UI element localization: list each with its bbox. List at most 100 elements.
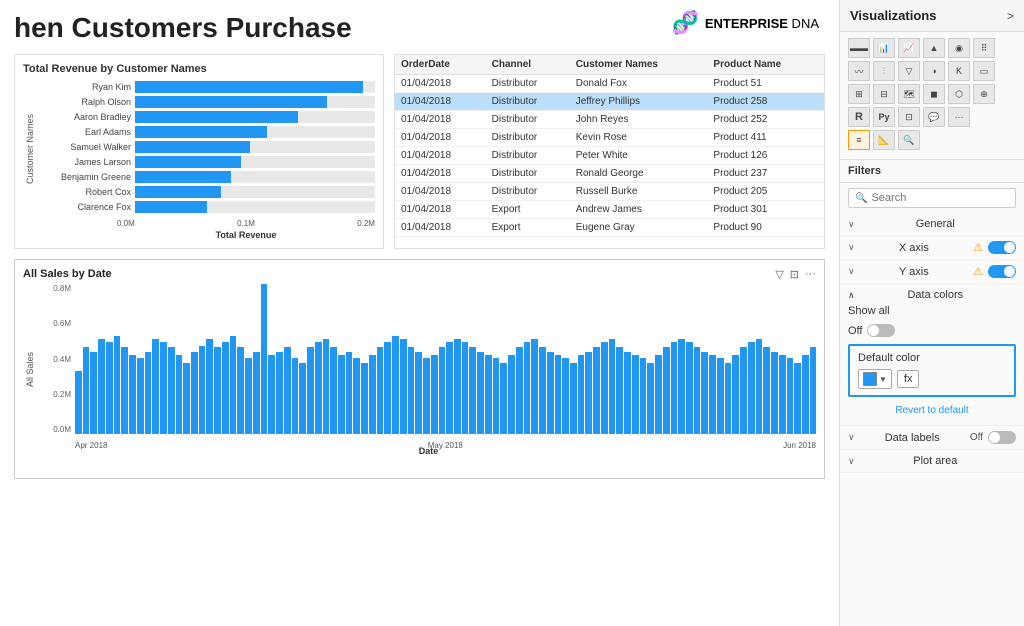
color-controls: ▼ fx bbox=[858, 369, 1006, 389]
viz-icon-funnel[interactable]: ▽ bbox=[898, 61, 920, 81]
bar-fill bbox=[135, 201, 207, 213]
plot-area-label: Plot area bbox=[913, 455, 957, 467]
data-labels-toggle[interactable] bbox=[988, 431, 1016, 444]
bottom-bar bbox=[75, 371, 82, 434]
table-row: 01/04/2018 Distributor Peter White Produ… bbox=[395, 147, 824, 165]
bottom-bar bbox=[90, 352, 97, 434]
bar-label: Robert Cox bbox=[41, 187, 131, 197]
viz-icons-section: ▬▬ 📊 📈 ▲ ◉ ⠿ 〰 ⫶ ▽ ◑ K ▭ ⊞ ⊟ 🗺 ◼ ⬡ ⊕ R P… bbox=[840, 32, 1024, 160]
viz-icon-analytics[interactable]: 📐 bbox=[873, 130, 895, 150]
col-channel: Channel bbox=[486, 55, 570, 75]
bottom-bar bbox=[176, 355, 183, 434]
bottom-bar bbox=[199, 346, 206, 434]
fx-button[interactable]: fx bbox=[897, 370, 920, 388]
show-all-toggle-thumb bbox=[868, 325, 879, 336]
viz-icon-scatter[interactable]: ⠿ bbox=[973, 38, 995, 58]
search-box[interactable]: 🔍 bbox=[848, 188, 1016, 208]
viz-icon-more1[interactable]: ··· bbox=[948, 107, 970, 127]
bottom-bar bbox=[756, 339, 763, 434]
viz-icon-table[interactable]: ⊞ bbox=[848, 84, 870, 104]
viz-icon-gauge[interactable]: ◑ bbox=[923, 61, 945, 81]
bottom-bar bbox=[454, 339, 461, 434]
bottom-bar bbox=[709, 355, 716, 434]
viz-icon-map[interactable]: 🗺 bbox=[898, 84, 920, 104]
bottom-bar bbox=[562, 358, 569, 434]
bottom-bar bbox=[624, 352, 631, 434]
bottom-bar bbox=[98, 339, 105, 434]
more-icon[interactable]: ··· bbox=[805, 268, 816, 281]
viz-icon-tree[interactable]: ⬡ bbox=[948, 84, 970, 104]
section-plot-area[interactable]: ∨ Plot area bbox=[840, 450, 1024, 473]
bar-track bbox=[135, 171, 375, 183]
viz-icon-line[interactable]: 📈 bbox=[898, 38, 920, 58]
data-colors-chevron[interactable]: ∧ bbox=[848, 290, 855, 301]
bar-label: Ryan Kim bbox=[41, 82, 131, 92]
bottom-bar bbox=[593, 347, 600, 434]
viz-icon-search-panel[interactable]: 🔍 bbox=[898, 130, 920, 150]
table-row: 01/04/2018 Distributor Ronald George Pro… bbox=[395, 165, 824, 183]
x-axis-toggle[interactable] bbox=[988, 241, 1016, 254]
general-chevron: ∨ bbox=[848, 219, 855, 230]
viz-icon-r[interactable]: R bbox=[848, 107, 870, 127]
y-axis-toggle[interactable] bbox=[988, 265, 1016, 278]
section-general[interactable]: ∨ General bbox=[840, 213, 1024, 236]
cell-date: 01/04/2018 bbox=[395, 165, 486, 183]
revert-default-link[interactable]: Revert to default bbox=[848, 401, 1016, 420]
cell-channel: Export bbox=[486, 219, 570, 237]
color-swatch-button[interactable]: ▼ bbox=[858, 369, 892, 389]
cell-product: Product 51 bbox=[707, 75, 824, 93]
data-labels-toggle-thumb bbox=[989, 432, 1000, 443]
bottom-bar bbox=[485, 355, 492, 434]
bars-area bbox=[75, 284, 816, 434]
main-content: 🧬 ENTERPRISE DNA hen Customers Purchase … bbox=[0, 0, 839, 626]
viz-icon-py[interactable]: Py bbox=[873, 107, 895, 127]
bottom-bar bbox=[686, 342, 693, 434]
section-data-labels[interactable]: ∨ Data labels Off bbox=[840, 426, 1024, 450]
bottom-bar bbox=[616, 347, 623, 434]
cell-date: 01/04/2018 bbox=[395, 147, 486, 165]
default-color-label: Default color bbox=[858, 352, 1006, 364]
section-x-axis[interactable]: ∨ X axis ⚠ bbox=[840, 236, 1024, 260]
viz-icon-ribbon[interactable]: 〰 bbox=[848, 61, 870, 81]
logo-sub: DNA bbox=[788, 16, 819, 31]
bottom-bar bbox=[353, 358, 360, 434]
cell-date: 01/04/2018 bbox=[395, 93, 486, 111]
section-y-axis[interactable]: ∨ Y axis ⚠ bbox=[840, 260, 1024, 284]
viz-icon-format[interactable]: ≡ bbox=[848, 130, 870, 150]
viz-icon-bar2[interactable]: 📊 bbox=[873, 38, 895, 58]
cell-channel: Export bbox=[486, 201, 570, 219]
bottom-bar bbox=[230, 336, 237, 434]
bottom-bar bbox=[678, 339, 685, 434]
cell-product: Product 205 bbox=[707, 183, 824, 201]
cell-customer: Donald Fox bbox=[570, 75, 708, 93]
show-all-toggle[interactable] bbox=[867, 324, 895, 337]
viz-icon-kpi[interactable]: K bbox=[948, 61, 970, 81]
panel-expand-button[interactable]: > bbox=[1007, 9, 1014, 23]
viz-icon-chat[interactable]: 💬 bbox=[923, 107, 945, 127]
expand-icon[interactable]: ⊡ bbox=[790, 268, 799, 281]
bar-x-labels: 0.0M 0.1M 0.2M bbox=[23, 219, 375, 228]
bottom-bar bbox=[794, 363, 801, 434]
viz-icon-area[interactable]: ▲ bbox=[923, 38, 945, 58]
viz-icon-bar[interactable]: ▬▬ bbox=[848, 38, 870, 58]
cell-channel: Distributor bbox=[486, 147, 570, 165]
filter-icon[interactable]: ▽ bbox=[775, 268, 783, 281]
viz-icon-filled-map[interactable]: ◼ bbox=[923, 84, 945, 104]
y-axis-warn-icon: ⚠ bbox=[973, 265, 983, 278]
cell-product: Product 126 bbox=[707, 147, 824, 165]
bottom-bar bbox=[152, 339, 159, 434]
bottom-bar bbox=[601, 342, 608, 434]
viz-icon-matrix[interactable]: ⊟ bbox=[873, 84, 895, 104]
cell-customer: Jeffrey Phillips bbox=[570, 93, 708, 111]
bottom-bar bbox=[763, 347, 770, 434]
viz-icon-decomp[interactable]: ⊕ bbox=[973, 84, 995, 104]
viz-icon-card[interactable]: ▭ bbox=[973, 61, 995, 81]
viz-icon-pie[interactable]: ◉ bbox=[948, 38, 970, 58]
search-input[interactable] bbox=[871, 192, 1009, 204]
viz-icon-qr[interactable]: ⊡ bbox=[898, 107, 920, 127]
viz-icons-row-3: ⊞ ⊟ 🗺 ◼ ⬡ ⊕ bbox=[848, 84, 1016, 104]
bottom-bar bbox=[547, 352, 554, 434]
viz-icon-waterfall[interactable]: ⫶ bbox=[873, 61, 895, 81]
cell-customer: Kevin Rose bbox=[570, 129, 708, 147]
plot-area-chevron: ∨ bbox=[848, 456, 855, 467]
